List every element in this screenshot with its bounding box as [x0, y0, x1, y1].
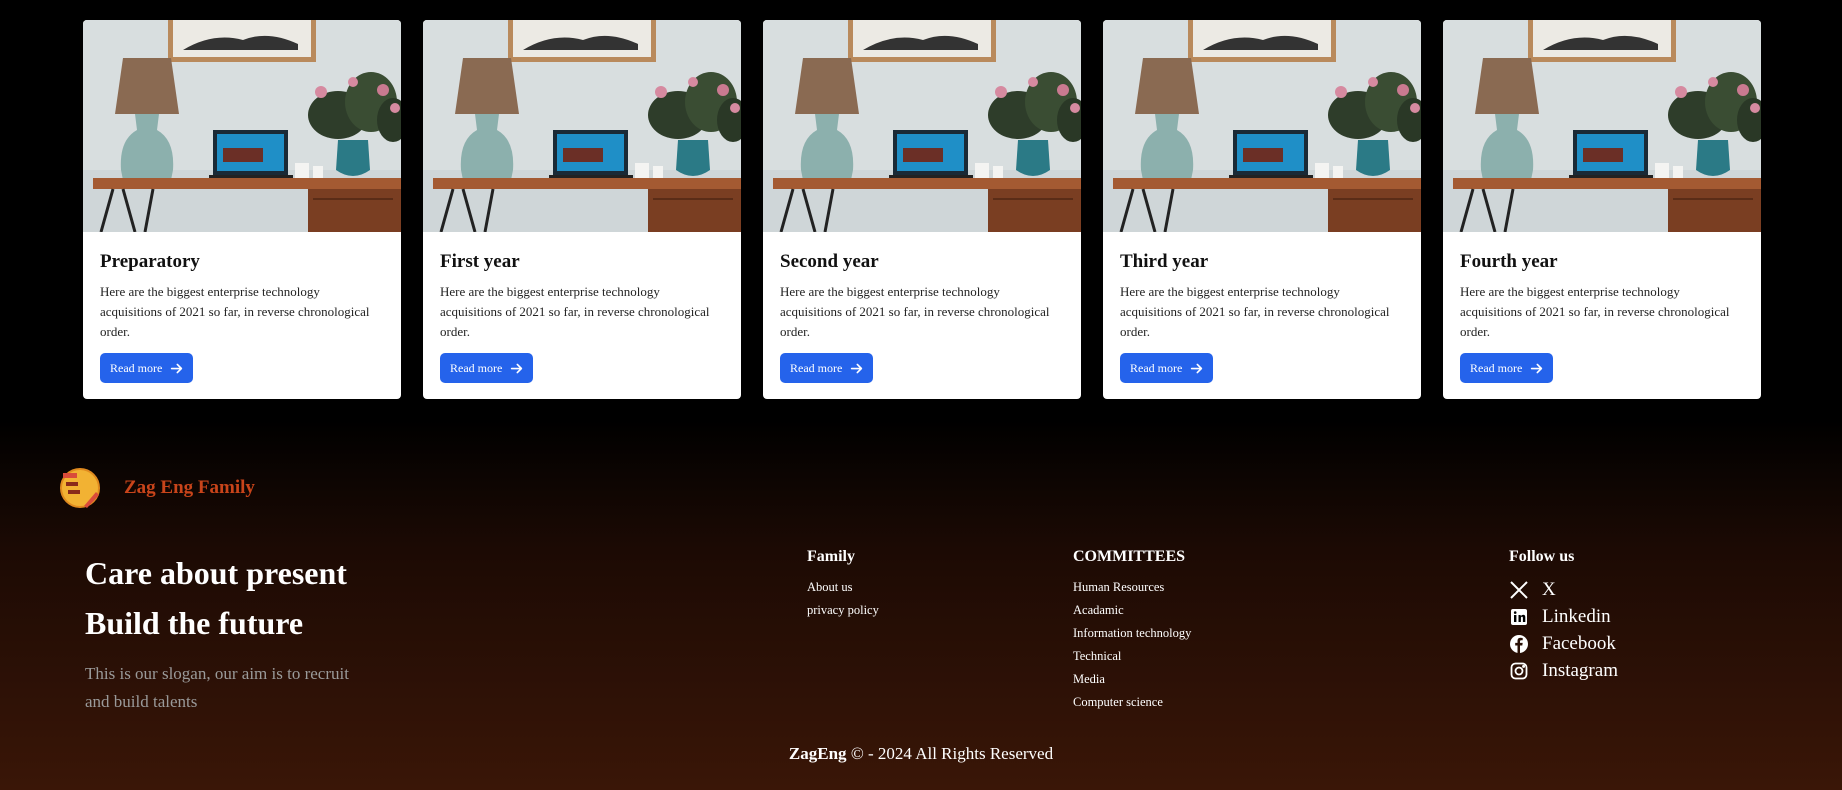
committee-link-human-resources[interactable]: Human Resources	[1073, 576, 1191, 599]
zag-eng-logo	[60, 468, 100, 508]
card-third-year: Third year Here are the biggest enterpri…	[1103, 20, 1421, 399]
card-title: Third year	[1120, 251, 1209, 272]
arrow-right-icon	[171, 363, 183, 373]
instagram-icon	[1510, 662, 1528, 679]
social-label: X	[1542, 578, 1556, 600]
read-more-button[interactable]: Read more	[780, 353, 874, 383]
arrow-right-icon	[1531, 363, 1543, 373]
social-label: Facebook	[1542, 632, 1616, 654]
committee-link-information-technology[interactable]: Information technology	[1073, 622, 1191, 645]
read-more-button[interactable]: Read more	[440, 353, 534, 383]
card-text: Here are the biggest enterprise technolo…	[100, 284, 370, 339]
social-link-x[interactable]: X	[1509, 576, 1618, 603]
x-icon	[1510, 580, 1528, 599]
read-more-button[interactable]: Read more	[100, 353, 194, 383]
arrow-right-icon	[511, 363, 523, 373]
read-more-label: Read more	[1470, 360, 1523, 375]
committee-link-media[interactable]: Media	[1073, 668, 1191, 691]
cards-section: Preparatory Here are the biggest enterpr…	[0, 0, 1842, 420]
card-second-year: Second year Here are the biggest enterpr…	[763, 20, 1081, 399]
arrow-right-icon	[1191, 363, 1203, 373]
tagline-line: Build the future	[85, 605, 304, 641]
card-image	[1103, 20, 1421, 232]
facebook-icon	[1510, 634, 1528, 653]
read-more-label: Read more	[790, 360, 843, 375]
slogan: This is our slogan, our aim is to recrui…	[85, 664, 349, 711]
footer: Zag Eng Family Care about present Build …	[0, 420, 1842, 790]
tagline-line: Care about present	[85, 555, 347, 591]
tagline: Care about present Build the future	[85, 548, 347, 648]
social-link-instagram[interactable]: Instagram	[1509, 657, 1618, 684]
brand-name: Zag Eng Family	[124, 477, 255, 498]
card-text: Here are the biggest enterprise technolo…	[780, 284, 1050, 339]
follow-column: Follow us X Linkedin Facebook Instagram	[1509, 548, 1618, 684]
card-preparatory: Preparatory Here are the biggest enterpr…	[83, 20, 401, 399]
copyright-brand: ZagEng	[788, 744, 847, 763]
read-more-button[interactable]: Read more	[1460, 353, 1554, 383]
about-us-link[interactable]: About us	[807, 576, 879, 599]
card-text: Here are the biggest enterprise technolo…	[1460, 284, 1730, 339]
read-more-label: Read more	[450, 360, 503, 375]
card-text: Here are the biggest enterprise technolo…	[1120, 284, 1390, 339]
copyright: ZagEng © - 2024 All Rights Reserved	[0, 744, 1842, 764]
card-first-year: First year Here are the biggest enterpri…	[423, 20, 741, 399]
card-title: Preparatory	[100, 251, 200, 272]
social-link-linkedin[interactable]: Linkedin	[1509, 603, 1618, 630]
linkedin-icon	[1511, 608, 1527, 625]
arrow-right-icon	[851, 363, 863, 373]
committee-link-technical[interactable]: Technical	[1073, 645, 1191, 668]
committees-title: COMMITTEES	[1073, 548, 1186, 565]
card-title: Second year	[780, 251, 879, 272]
copyright-text: © - 2024 All Rights Reserved	[846, 744, 1054, 763]
card-image	[83, 20, 401, 232]
social-label: Linkedin	[1542, 605, 1611, 627]
committee-link-acadamic[interactable]: Acadamic	[1073, 599, 1191, 622]
social-link-facebook[interactable]: Facebook	[1509, 630, 1618, 657]
card-image	[423, 20, 741, 232]
card-image	[763, 20, 1081, 232]
card-list: Preparatory Here are the biggest enterpr…	[83, 20, 1761, 399]
read-more-label: Read more	[110, 360, 163, 375]
committee-link-computer-science[interactable]: Computer science	[1073, 691, 1191, 714]
card-title: First year	[440, 251, 520, 272]
committees-column: COMMITTEES Human Resources Acadamic Info…	[1073, 548, 1191, 714]
brand-link[interactable]: Zag Eng Family	[58, 466, 255, 510]
read-more-label: Read more	[1130, 360, 1183, 375]
card-fourth-year: Fourth year Here are the biggest enterpr…	[1443, 20, 1761, 399]
card-image	[1443, 20, 1761, 232]
family-column: Family About us privacy policy	[807, 548, 879, 622]
family-title: Family	[807, 548, 855, 565]
privacy-policy-link[interactable]: privacy policy	[807, 599, 879, 622]
read-more-button[interactable]: Read more	[1120, 353, 1214, 383]
card-title: Fourth year	[1460, 251, 1558, 272]
follow-title: Follow us	[1509, 548, 1575, 565]
social-label: Instagram	[1542, 659, 1618, 681]
card-text: Here are the biggest enterprise technolo…	[440, 284, 710, 339]
